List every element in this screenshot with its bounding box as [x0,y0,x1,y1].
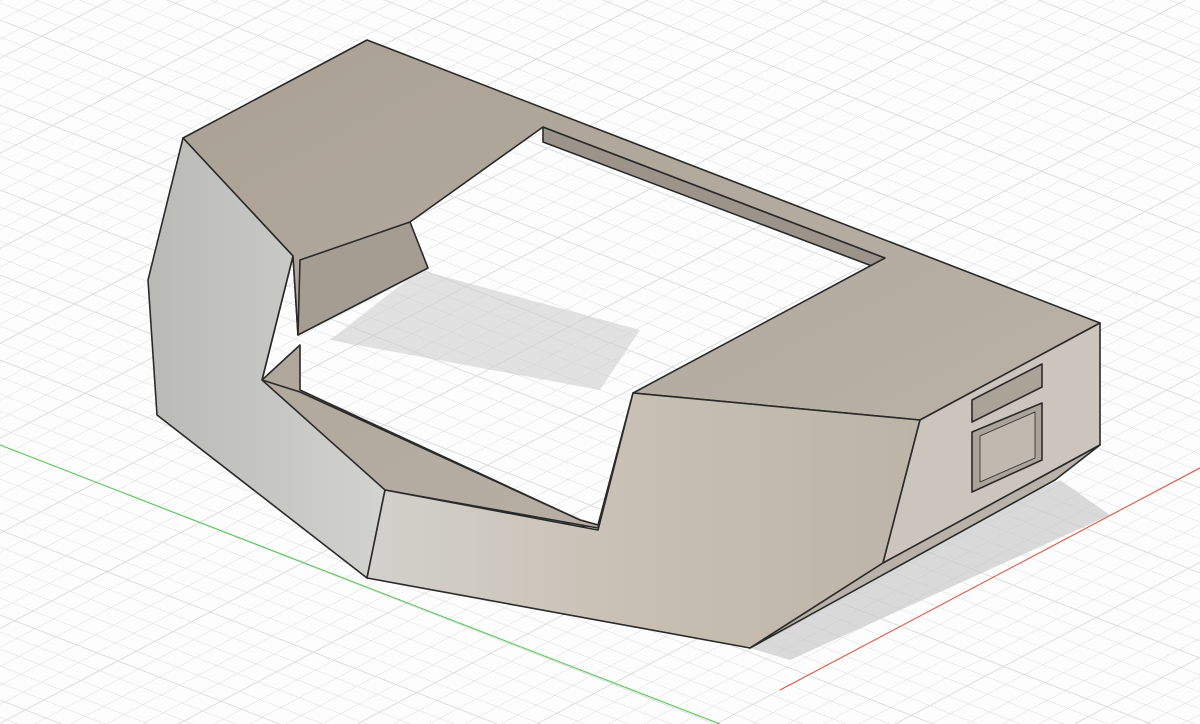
cad-viewport[interactable] [0,0,1200,724]
grid-line [0,0,218,116]
grid-line [0,563,411,724]
grid-line [1002,619,1200,724]
grid-line [558,0,1200,251]
grid-line [0,682,106,724]
inner-wall-back [542,126,886,267]
grid-line [966,600,1200,724]
grid-line [1145,695,1200,724]
grid-line [0,0,3,2]
grid-line [0,631,236,724]
grid-line [0,597,324,724]
grid-line [0,0,111,59]
grid-line [0,665,149,724]
grid-line [0,0,39,21]
grid-line [0,0,183,97]
grid-line [1125,0,1200,30]
grid-line [0,0,254,135]
grid-line [384,0,1200,319]
viewport-canvas[interactable] [0,0,1200,724]
grid-line [0,716,19,724]
grid-line [0,614,280,724]
grid-line [733,0,1200,183]
grid-line [1038,0,1200,64]
grid-line [1110,676,1200,724]
grid-line [0,0,75,40]
grid-line [689,0,1200,200]
grid-line [0,580,367,724]
grid-line [864,0,1200,132]
grid-line [907,0,1200,115]
grid-line [1081,0,1200,47]
grid-line [994,0,1200,81]
